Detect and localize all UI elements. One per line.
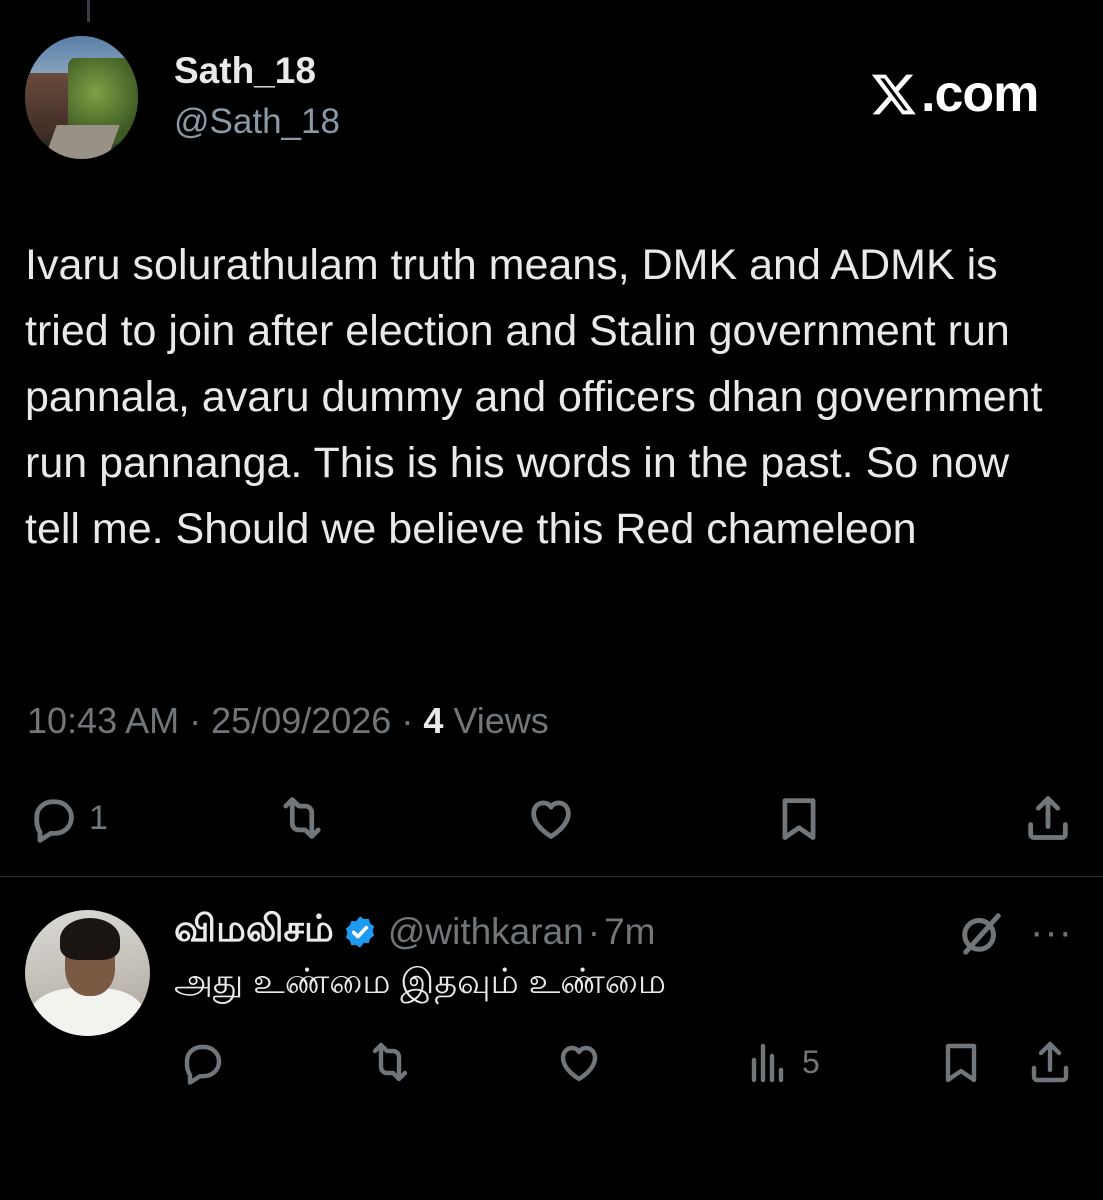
thread-connector-line: [87, 0, 90, 22]
share-button[interactable]: [1022, 792, 1074, 844]
reply-share-button[interactable]: [1026, 1038, 1074, 1086]
avatar[interactable]: [25, 36, 138, 159]
display-name[interactable]: Sath_18: [174, 50, 316, 92]
reply-bookmark-button[interactable]: [937, 1038, 985, 1086]
retweet-button[interactable]: [276, 792, 328, 844]
analytics-icon: [751, 1043, 784, 1083]
share-icon: [1028, 796, 1068, 840]
x-logo: .com: [870, 64, 1039, 124]
reply-text: அது உண்மை இதவும் உண்மை: [174, 962, 667, 1001]
tweet-actions: 1: [0, 790, 1103, 850]
reply-reply-button[interactable]: [178, 1038, 226, 1086]
like-button[interactable]: [525, 792, 577, 844]
reply-button[interactable]: 1: [27, 792, 108, 844]
share-icon: [1031, 1041, 1069, 1083]
reply-icon: [184, 1044, 222, 1085]
bookmark-icon: [945, 1043, 977, 1083]
reply-avatar[interactable]: [25, 910, 150, 1036]
reply-handle[interactable]: @withkaran: [388, 911, 584, 953]
user-handle[interactable]: @Sath_18: [174, 102, 340, 142]
tweet-text: Ivaru solurathulam truth means, DMK and …: [25, 241, 1043, 553]
x-icon: [871, 74, 916, 115]
reply-age[interactable]: 7m: [604, 911, 655, 953]
grok-icon: [962, 913, 1001, 955]
tweet-time[interactable]: 10:43 AM: [27, 700, 179, 741]
tweet-meta: 10:43 AM · 25/09/2026 · 4 Views: [27, 700, 549, 741]
bookmark-icon: [782, 798, 816, 840]
reply-header: விமலிசம் @withkaran · 7m: [174, 908, 655, 955]
more-icon[interactable]: ···: [1030, 910, 1073, 955]
views-label: Views: [453, 700, 549, 741]
reply-display-name[interactable]: விமலிசம்: [174, 908, 334, 955]
retweet-icon: [372, 1042, 408, 1082]
reply-count: 1: [89, 798, 108, 837]
reply-retweet-button[interactable]: [366, 1038, 414, 1086]
reply-actions: 5: [0, 1038, 1103, 1088]
retweet-icon: [283, 797, 321, 839]
reply-views-count: 5: [802, 1043, 820, 1080]
verified-badge-icon[interactable]: [342, 914, 378, 950]
heart-icon: [560, 1045, 598, 1082]
views-count: 4: [423, 700, 444, 741]
divider: [0, 876, 1103, 877]
reply-icon: [34, 799, 74, 843]
reply-views-button[interactable]: 5: [744, 1038, 820, 1086]
tweet-date[interactable]: 25/09/2026: [211, 700, 391, 741]
bookmark-button[interactable]: [773, 792, 825, 844]
site-domain: .com: [921, 65, 1039, 123]
heart-icon: [531, 800, 571, 839]
reply-like-button[interactable]: [555, 1038, 603, 1086]
grok-button[interactable]: [958, 910, 1004, 961]
